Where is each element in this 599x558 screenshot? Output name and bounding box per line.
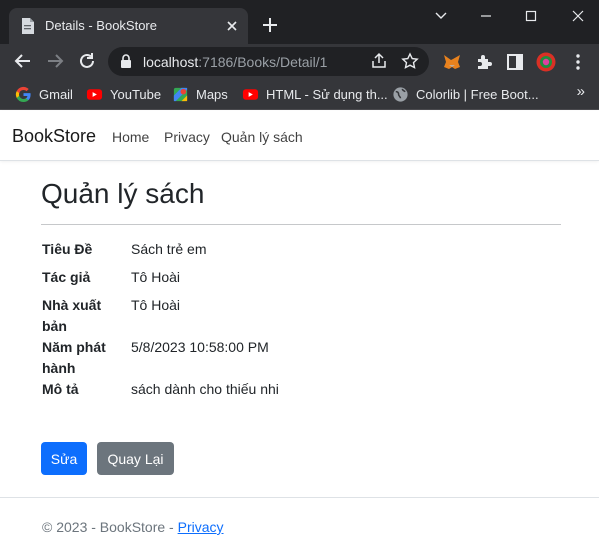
share-icon[interactable] (370, 52, 388, 70)
browser-toolbar: localhost:7186/Books/Detail/1 (0, 44, 599, 79)
field-value-publish-year: 5/8/2023 10:58:00 PM (131, 339, 269, 355)
field-value-publisher: Tô Hoài (131, 297, 181, 313)
bookmark-html[interactable]: HTML - Sử dụng th... (242, 85, 388, 103)
brand-link[interactable]: BookStore (12, 126, 96, 147)
back-arrow-icon[interactable] (13, 51, 33, 71)
tab-title: Details - BookStore (45, 18, 157, 33)
extensions-puzzle-icon[interactable] (474, 52, 494, 72)
metamask-fox-icon[interactable] (442, 52, 462, 72)
reload-icon[interactable] (77, 51, 97, 71)
bookmarks-bar: Gmail YouTube Maps HTML - Sử dụng th... … (0, 79, 599, 110)
browser-tab[interactable]: Details - BookStore (9, 8, 248, 44)
nav-link-privacy[interactable]: Privacy (164, 129, 210, 145)
back-button[interactable]: Quay Lại (97, 442, 174, 475)
footer-divider (0, 497, 599, 498)
close-window-icon[interactable] (566, 6, 590, 26)
forward-arrow-icon[interactable] (45, 51, 65, 71)
maximize-icon[interactable] (519, 6, 543, 26)
bookmark-colorlib[interactable]: Colorlib | Free Boot... (392, 85, 539, 103)
field-label-publish-year: Năm phát hành (42, 339, 106, 376)
field-label-author: Tác giả (42, 269, 91, 285)
bookmark-gmail[interactable]: Gmail (15, 85, 73, 103)
more-vertical-icon[interactable] (568, 52, 588, 72)
youtube-icon (242, 88, 259, 100)
url-text[interactable]: localhost:7186/Books/Detail/1 (143, 54, 327, 70)
field-value-author: Tô Hoài (131, 269, 181, 285)
lock-icon[interactable] (120, 54, 132, 68)
field-value-description: sách dành cho thiếu nhi (131, 381, 279, 397)
footer: © 2023 - BookStore - Privacy (42, 519, 224, 535)
new-tab-icon[interactable] (261, 16, 279, 34)
close-tab-icon[interactable] (222, 16, 242, 36)
bookmark-label: Colorlib | Free Boot... (416, 86, 539, 102)
nav-link-book-management[interactable]: Quản lý sách (221, 129, 303, 145)
page-viewport: BookStore Home Privacy Quản lý sách Quản… (0, 111, 599, 558)
minimize-icon[interactable] (474, 6, 498, 26)
bookmark-maps[interactable]: Maps (172, 85, 228, 103)
side-panel-icon[interactable] (505, 52, 525, 72)
profile-avatar-icon[interactable] (536, 52, 556, 72)
bookmark-youtube[interactable]: YouTube (86, 85, 161, 103)
maps-icon (173, 87, 188, 101)
bookmark-label: Gmail (39, 86, 73, 102)
address-bar[interactable]: localhost:7186/Books/Detail/1 (108, 47, 429, 76)
document-icon (22, 18, 34, 34)
bookmark-label: HTML - Sử dụng th... (266, 86, 388, 102)
bookmark-label: YouTube (110, 86, 162, 102)
field-label-description: Mô tả (42, 381, 79, 397)
page-title: Quản lý sách (41, 178, 205, 209)
field-label-title: Tiêu Đề (42, 241, 93, 257)
site-navbar: BookStore Home Privacy Quản lý sách (0, 111, 599, 161)
footer-privacy-link[interactable]: Privacy (178, 519, 224, 535)
chevron-down-icon[interactable] (429, 6, 453, 26)
field-value-title: Sách trẻ em (131, 241, 207, 257)
browser-tabstrip: Details - BookStore (0, 0, 599, 44)
youtube-icon (86, 88, 103, 100)
google-icon (15, 86, 31, 102)
star-icon[interactable] (401, 52, 419, 70)
divider (41, 224, 561, 225)
footer-copyright: © 2023 - BookStore - (42, 519, 178, 535)
field-label-publisher: Nhà xuất bản (42, 297, 102, 334)
bookmarks-overflow-button[interactable]: » (577, 83, 585, 100)
bookmark-label: Maps (196, 86, 228, 102)
nav-link-home[interactable]: Home (112, 129, 149, 145)
edit-button[interactable]: Sửa (41, 442, 87, 475)
globe-icon (393, 86, 408, 102)
